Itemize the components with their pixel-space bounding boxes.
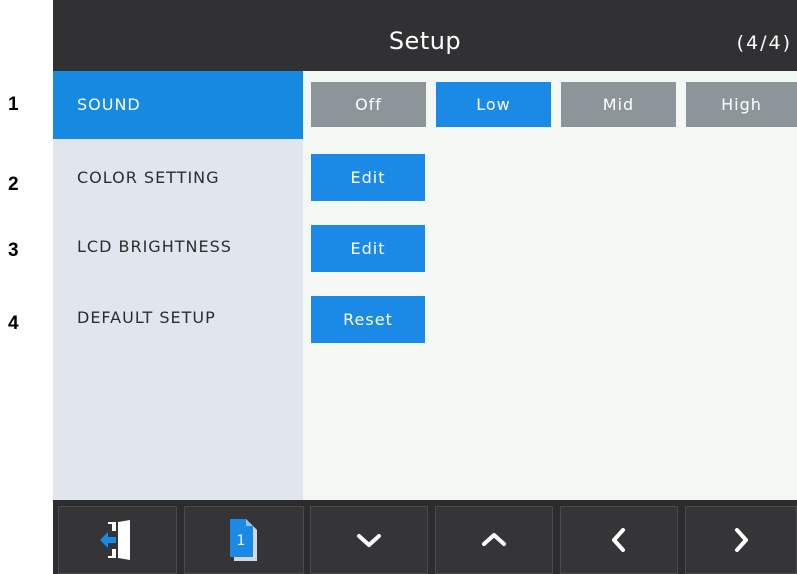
exit-button[interactable]	[58, 506, 177, 574]
device-screen: Setup (4/4) SOUND COLOR SETTING LCD BRIG…	[53, 0, 797, 574]
chevron-right-icon	[735, 528, 748, 552]
sound-low-button[interactable]: Low	[436, 82, 551, 127]
sound-mid-button[interactable]: Mid	[561, 82, 676, 127]
next-page-button[interactable]	[685, 506, 797, 574]
row-number-4: 4	[8, 313, 19, 334]
row-number-1: 1	[8, 94, 19, 115]
default-setup-reset-button[interactable]: Reset	[311, 296, 425, 343]
menu-item-default-setup[interactable]: DEFAULT SETUP	[53, 275, 303, 343]
menu-item-label: SOUND	[77, 95, 141, 114]
menu-item-label: LCD BRIGHTNESS	[77, 237, 232, 256]
menu-item-label: COLOR SETTING	[77, 168, 220, 187]
scroll-down-button[interactable]	[310, 506, 428, 574]
chevron-down-icon	[357, 534, 381, 547]
color-setting-edit-button[interactable]: Edit	[311, 154, 425, 201]
exit-door-icon	[99, 520, 130, 560]
page-indicator: (4/4)	[736, 32, 792, 54]
title-bar: Setup (4/4)	[53, 0, 797, 71]
page-button[interactable]: 1	[184, 506, 304, 574]
menu-item-color-setting[interactable]: COLOR SETTING	[53, 139, 303, 207]
page-number-label: 1	[237, 533, 246, 549]
lcd-brightness-edit-button[interactable]: Edit	[311, 225, 425, 272]
settings-menu: SOUND COLOR SETTING LCD BRIGHTNESS DEFAU…	[53, 71, 303, 500]
row-number-2: 2	[8, 174, 19, 195]
page-one-icon: 1	[230, 519, 257, 561]
page-title: Setup	[388, 27, 462, 55]
sound-off-button[interactable]: Off	[311, 82, 426, 127]
scroll-up-button[interactable]	[435, 506, 553, 574]
chevron-up-icon	[482, 533, 506, 546]
menu-item-label: DEFAULT SETUP	[77, 308, 216, 327]
chevron-left-icon	[612, 528, 625, 552]
previous-page-button[interactable]	[560, 506, 678, 574]
bottom-toolbar: 1	[53, 500, 797, 574]
menu-item-lcd-brightness[interactable]: LCD BRIGHTNESS	[53, 207, 303, 275]
sound-high-button[interactable]: High	[686, 82, 797, 127]
menu-item-sound[interactable]: SOUND	[53, 71, 303, 139]
row-number-3: 3	[8, 240, 19, 261]
